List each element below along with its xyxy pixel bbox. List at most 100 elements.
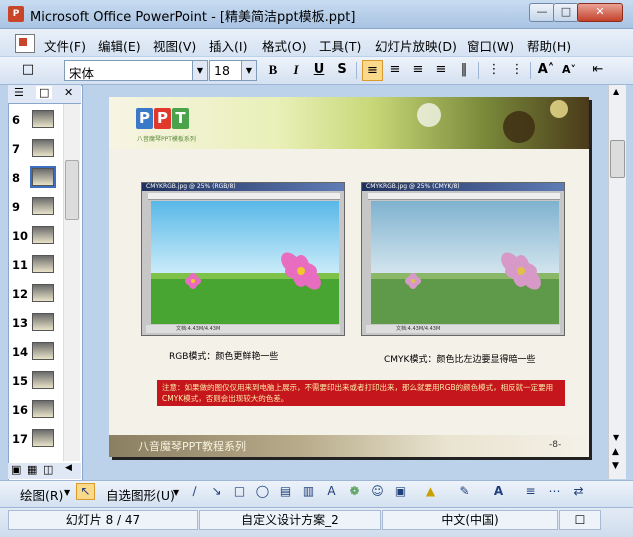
align-right-icon[interactable]: ≡ <box>408 60 428 80</box>
menu-file[interactable]: 文件(F) <box>44 36 86 55</box>
chevron-down-icon[interactable]: ▼ <box>192 61 207 80</box>
close-pane-icon[interactable]: ✕ <box>64 86 73 99</box>
slide-thumbnail-image[interactable] <box>32 255 54 273</box>
menu-help[interactable]: 帮助(H) <box>527 36 571 55</box>
previous-slide-icon[interactable]: ▲ <box>612 447 619 457</box>
slide-thumbnail-image[interactable] <box>32 284 54 302</box>
menu-format[interactable]: 格式(O) <box>262 36 307 55</box>
increase-font-icon[interactable]: A˄ <box>536 60 556 80</box>
bullets-icon[interactable]: ⋮ <box>507 60 527 80</box>
line-icon[interactable]: ∕ <box>186 484 203 499</box>
italic-button[interactable]: I <box>286 60 306 80</box>
close-button[interactable]: ✕ <box>577 3 623 22</box>
slide-thumbnail-item[interactable]: 11 <box>8 252 66 281</box>
font-name-value: 宋体 <box>69 66 95 81</box>
line-style-icon[interactable]: ≡ <box>522 484 539 499</box>
oval-icon[interactable]: ◯ <box>254 484 271 499</box>
numbering-icon[interactable]: ⋮ <box>484 60 504 80</box>
new-document-icon[interactable]: □ <box>18 60 38 80</box>
slide-scroll-thumb[interactable] <box>610 140 625 178</box>
align-left-icon[interactable]: ≡ <box>362 60 383 81</box>
logo-letter: T <box>172 108 189 129</box>
slide-thumbnail-image[interactable] <box>32 371 54 389</box>
slide-canvas[interactable]: PPT 八音魔琴PPT模板系列 CMYKRGB.jpg @ 25% (RGB/8… <box>109 97 589 457</box>
rectangle-icon[interactable]: □ <box>231 484 248 499</box>
spellcheck-icon[interactable]: ☐ <box>559 510 601 530</box>
slide-thumbnail-item[interactable]: 15 <box>8 368 66 397</box>
clipart-icon[interactable]: ☺ <box>369 484 386 499</box>
outline-tab-icon[interactable]: ☰ <box>14 86 24 99</box>
slide-thumbnail-image[interactable] <box>32 400 54 418</box>
document-icon[interactable] <box>15 34 35 53</box>
slide-thumbnail-item[interactable]: 17 <box>8 426 66 455</box>
distribute-icon[interactable]: ‖ <box>454 60 474 80</box>
slide-thumbnail-item[interactable]: 9 <box>8 194 66 223</box>
bold-button[interactable]: B <box>263 60 283 80</box>
minimize-button[interactable]: — <box>529 3 555 22</box>
slideshow-view-icon[interactable]: ◫ <box>43 463 53 476</box>
normal-view-icon[interactable]: ▣ <box>11 463 21 476</box>
slide-thumbnail-image[interactable] <box>32 139 54 157</box>
select-objects-icon[interactable]: ↖ <box>76 483 95 500</box>
sorter-view-icon[interactable]: ▦ <box>27 463 37 476</box>
next-slide-icon[interactable]: ▼ <box>612 461 619 471</box>
draw-menu-button[interactable]: 绘图(R) <box>20 485 63 504</box>
slide-thumbnail-item[interactable]: 12 <box>8 281 66 310</box>
line-color-icon[interactable]: ✎ <box>456 484 473 499</box>
shadow-button[interactable]: S <box>332 60 352 80</box>
slide-thumbnail-image[interactable] <box>32 429 54 447</box>
slide-thumbnail-item[interactable]: 8 <box>8 165 66 194</box>
dash-style-icon[interactable]: ⋯ <box>546 484 563 499</box>
menu-window[interactable]: 窗口(W) <box>467 36 514 55</box>
scroll-left-icon[interactable]: ◀ <box>65 463 72 473</box>
menu-view[interactable]: 视图(V) <box>153 36 196 55</box>
arrow-style-icon[interactable]: ⇄ <box>570 484 587 499</box>
wordart-icon[interactable]: A <box>323 484 340 499</box>
thumbnail-scroll-thumb[interactable] <box>65 160 79 220</box>
indent-icon[interactable]: ⇤ <box>588 60 608 80</box>
textbox-icon[interactable]: ▤ <box>277 484 294 499</box>
slide-thumbnail-image[interactable] <box>32 110 54 128</box>
font-name-combo[interactable]: 宋体 ▼ <box>64 60 208 81</box>
align-center-icon[interactable]: ≡ <box>385 60 405 80</box>
chevron-down-icon[interactable]: ▼ <box>173 488 179 497</box>
chevron-down-icon[interactable]: ▼ <box>64 488 70 497</box>
slide-thumbnail-item[interactable]: 7 <box>8 136 66 165</box>
slide-thumbnail-item[interactable]: 6 <box>8 107 66 136</box>
slide-thumbnail-item[interactable]: 14 <box>8 339 66 368</box>
font-color-icon[interactable]: A <box>490 484 507 499</box>
slide-thumbnail-item[interactable]: 13 <box>8 310 66 339</box>
arrow-icon[interactable]: ↘ <box>208 484 225 499</box>
slide-thumbnail-number: 8 <box>12 171 21 185</box>
slide-thumbnail-image[interactable] <box>32 342 54 360</box>
slide-thumbnail-item[interactable]: 16 <box>8 397 66 426</box>
slide-thumbnail-image[interactable] <box>30 166 56 188</box>
vertical-textbox-icon[interactable]: ▥ <box>300 484 317 499</box>
chevron-down-icon[interactable]: ▼ <box>241 61 256 80</box>
slide-thumbnail-item[interactable]: 10 <box>8 223 66 252</box>
decrease-font-icon[interactable]: A˅ <box>559 60 579 80</box>
menu-insert[interactable]: 插入(I) <box>209 36 247 55</box>
diagram-icon[interactable]: ❁ <box>346 484 363 499</box>
slide-thumbnail-image[interactable] <box>32 226 54 244</box>
fill-color-icon[interactable]: ▲ <box>422 484 439 499</box>
scroll-up-icon[interactable]: ▲ <box>613 87 619 96</box>
maximize-button[interactable]: □ <box>553 3 579 22</box>
slides-tab-icon[interactable]: □ <box>36 86 53 99</box>
slide-thumbnail-image[interactable] <box>32 313 54 331</box>
thumbnail-scrollbar[interactable] <box>63 104 80 461</box>
powerpoint-app-icon[interactable]: P <box>8 6 24 22</box>
scroll-down-icon[interactable]: ▼ <box>613 433 619 442</box>
picture-icon[interactable]: ▣ <box>392 484 409 499</box>
menu-tools[interactable]: 工具(T) <box>319 36 361 55</box>
justify-icon[interactable]: ≡ <box>431 60 451 80</box>
underline-button[interactable]: U <box>309 60 329 80</box>
close-icon: ✕ <box>595 5 605 18</box>
menu-edit[interactable]: 编辑(E) <box>98 36 141 55</box>
slide-thumbnail-image[interactable] <box>32 197 54 215</box>
ruler <box>368 193 560 200</box>
font-size-combo[interactable]: 18 ▼ <box>209 60 257 81</box>
cmyk-caption: CMYK模式：颜色比左边要显得暗一些 <box>384 355 536 365</box>
menu-slideshow[interactable]: 幻灯片放映(D) <box>375 36 457 55</box>
autoshapes-button[interactable]: 自选图形(U) <box>106 485 175 504</box>
